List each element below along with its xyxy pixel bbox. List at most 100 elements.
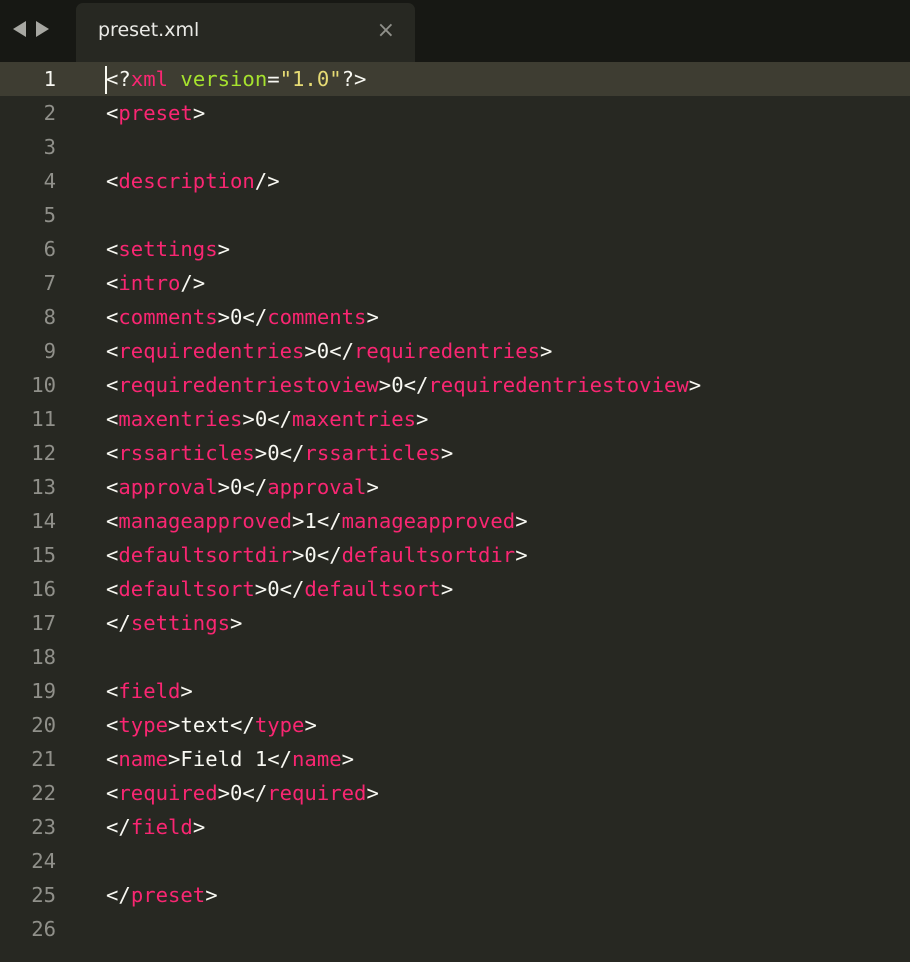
code-line[interactable]: 24 bbox=[0, 844, 910, 878]
line-number: 12 bbox=[31, 441, 56, 465]
token-punctuation: </ bbox=[230, 713, 255, 737]
token-tag-name: required bbox=[267, 781, 367, 805]
token-punctuation: > bbox=[304, 339, 317, 363]
line-number: 17 bbox=[31, 611, 56, 635]
token-punctuation: < bbox=[106, 101, 119, 125]
token-text-content: 1 bbox=[304, 509, 317, 533]
code-editor[interactable]: 1 <?xml version="1.0"?> 2 <preset> 3 4 <descri… bbox=[0, 62, 910, 962]
token-text-content: 0 bbox=[391, 373, 404, 397]
code-line[interactable]: 20 <type>text</type> bbox=[0, 708, 910, 742]
line-number: 5 bbox=[43, 203, 56, 227]
token-tag-name: defaultsortdir bbox=[341, 543, 516, 567]
token-tag-name: requiredentriestoview bbox=[428, 373, 689, 397]
token-punctuation: </ bbox=[279, 441, 305, 465]
code-line[interactable]: 16 <defaultsort>0</defaultsort> bbox=[0, 572, 910, 606]
line-number: 22 bbox=[31, 781, 56, 805]
tab-preset-xml[interactable]: preset.xml × bbox=[76, 3, 415, 62]
code-line[interactable]: 6 <settings> bbox=[0, 232, 910, 266]
code-line[interactable]: 12 <rssarticles>0</rssarticles> bbox=[0, 436, 910, 470]
forward-arrow-icon[interactable] bbox=[36, 21, 49, 37]
token-punctuation: < bbox=[106, 475, 119, 499]
token-punctuation: > bbox=[242, 407, 255, 431]
token-tag-name: rssarticles bbox=[118, 441, 255, 465]
token-text-content: 0 bbox=[304, 543, 317, 567]
token-punctuation: </ bbox=[106, 883, 131, 907]
code-line[interactable]: 25 </preset> bbox=[0, 878, 910, 912]
code-line[interactable]: 21 <name>Field 1</name> bbox=[0, 742, 910, 776]
token-punctuation: < bbox=[106, 407, 119, 431]
code-line[interactable]: 4 <description/> bbox=[0, 164, 910, 198]
line-code: <defaultsort>0</defaultsort> bbox=[106, 572, 453, 606]
line-code: </field> bbox=[106, 810, 205, 844]
code-line[interactable]: 10 <requiredentriestoview>0</requiredentr… bbox=[0, 368, 910, 402]
token-punctuation: </ bbox=[106, 815, 131, 839]
close-icon[interactable]: × bbox=[377, 18, 395, 44]
code-line[interactable]: 15 <defaultsortdir>0</defaultsortdir> bbox=[0, 538, 910, 572]
token-punctuation: > bbox=[168, 713, 181, 737]
token-punctuation: </ bbox=[316, 543, 342, 567]
code-line[interactable]: 23 </field> bbox=[0, 810, 910, 844]
token-punctuation: < bbox=[106, 305, 119, 329]
code-line[interactable]: 9 <requiredentries>0</requiredentries> bbox=[0, 334, 910, 368]
code-line[interactable]: 2 <preset> bbox=[0, 96, 910, 130]
token-punctuation: > bbox=[217, 305, 231, 329]
line-number: 19 bbox=[31, 679, 56, 703]
token-punctuation: < bbox=[106, 577, 119, 601]
code-line[interactable]: 1 <?xml version="1.0"?> bbox=[0, 62, 910, 96]
line-number: 9 bbox=[43, 339, 56, 363]
line-code: <intro/> bbox=[106, 266, 205, 300]
token-tag-name: xml bbox=[130, 67, 169, 91]
token-text-content: 0 bbox=[230, 305, 243, 329]
code-line[interactable]: 14 <manageapproved>1</manageapproved> bbox=[0, 504, 910, 538]
code-line[interactable]: 7 <intro/> bbox=[0, 266, 910, 300]
code-line[interactable]: 3 bbox=[0, 130, 910, 164]
token-text-content: 0 bbox=[267, 441, 280, 465]
line-code: </preset> bbox=[106, 878, 218, 912]
line-number: 11 bbox=[31, 407, 56, 431]
line-code: <settings> bbox=[106, 232, 230, 266]
line-code: <approval>0</approval> bbox=[106, 470, 379, 504]
token-tag-name: required bbox=[118, 781, 218, 805]
code-line[interactable]: 13 <approval>0</approval> bbox=[0, 470, 910, 504]
token-punctuation: </ bbox=[316, 509, 342, 533]
token-text-content: 0 bbox=[267, 577, 280, 601]
token-punctuation: > bbox=[688, 373, 702, 397]
token-tag-name: type bbox=[254, 713, 305, 737]
token-tag-name: field bbox=[118, 679, 181, 703]
code-line[interactable]: 19 <field> bbox=[0, 674, 910, 708]
back-arrow-icon[interactable] bbox=[13, 21, 26, 37]
token-punctuation: < bbox=[106, 237, 119, 261]
token-punctuation: < bbox=[106, 169, 119, 193]
token-tag-name: preset bbox=[130, 883, 206, 907]
token-punctuation: > bbox=[205, 883, 218, 907]
code-line[interactable]: 18 bbox=[0, 640, 910, 674]
line-code: </settings> bbox=[106, 606, 242, 640]
token-punctuation: > bbox=[540, 339, 553, 363]
line-code: <defaultsortdir>0</defaultsortdir> bbox=[106, 538, 528, 572]
line-number: 3 bbox=[43, 135, 56, 159]
token-punctuation: > bbox=[217, 237, 231, 261]
token-punctuation: < bbox=[106, 781, 119, 805]
token-tag-name: requiredentriestoview bbox=[118, 373, 379, 397]
code-line[interactable]: 22 <required>0</required> bbox=[0, 776, 910, 810]
token-punctuation: </ bbox=[242, 305, 268, 329]
token-punctuation: <? bbox=[106, 67, 131, 91]
line-number: 4 bbox=[43, 169, 56, 193]
code-line[interactable]: 8 <comments>0</comments> bbox=[0, 300, 910, 334]
token-tag-name: settings bbox=[118, 237, 218, 261]
code-line[interactable]: 11 <maxentries>0</maxentries> bbox=[0, 402, 910, 436]
code-line[interactable]: 26 bbox=[0, 912, 910, 946]
token-text-content: Field 1 bbox=[180, 747, 268, 771]
token-punctuation: </ bbox=[403, 373, 429, 397]
token-tag-name: requiredentries bbox=[118, 339, 305, 363]
code-line[interactable]: 17 </settings> bbox=[0, 606, 910, 640]
token-tag-name: intro bbox=[118, 271, 181, 295]
token-tag-name: name bbox=[118, 747, 169, 771]
code-line[interactable]: 5 bbox=[0, 198, 910, 232]
token-tag-name: comments bbox=[118, 305, 218, 329]
line-code: <rssarticles>0</rssarticles> bbox=[106, 436, 453, 470]
token-attribute-name: version bbox=[180, 67, 268, 91]
line-number: 26 bbox=[31, 917, 56, 941]
token-punctuation: < bbox=[106, 441, 119, 465]
token-tag-name: settings bbox=[130, 611, 231, 635]
